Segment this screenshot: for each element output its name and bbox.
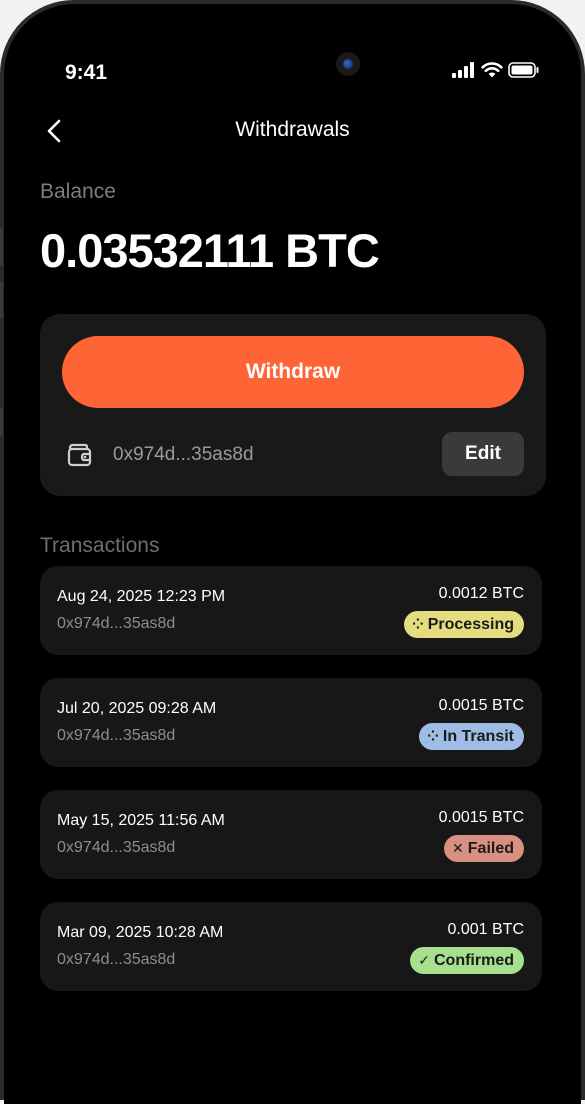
front-camera	[336, 52, 360, 76]
transaction-address: 0x974d...35as8d	[57, 839, 176, 856]
status-time: 9:41	[65, 61, 108, 84]
battery-icon	[508, 62, 539, 78]
status-badge: ⁘ Processing	[404, 611, 524, 638]
transaction-amount: 0.0015 BTC	[438, 697, 524, 714]
wifi-icon	[481, 62, 503, 78]
phone-side-button	[0, 408, 3, 436]
status-badge: ⁘ In Transit	[419, 723, 524, 750]
wallet-address: 0x974d...35as8d	[113, 444, 254, 465]
phone-side-button	[0, 282, 3, 318]
status-icons	[452, 62, 540, 78]
wallet-icon	[67, 443, 92, 467]
status-label: Processing	[427, 615, 514, 633]
status-label: Confirmed	[434, 951, 514, 969]
check-icon: ✓	[418, 952, 430, 968]
transaction-amount: 0.001 BTC	[447, 921, 524, 938]
transaction-row[interactable]: May 15, 2025 11:56 AM 0x974d...35as8d 0.…	[40, 790, 542, 879]
status-bar: 9:41	[4, 4, 581, 134]
phone-screen: 9:41 Withdrawals Balance 0.03532111 BTC …	[4, 4, 581, 1104]
balance-label: Balance	[40, 180, 116, 203]
transaction-date: Mar 09, 2025 10:28 AM	[57, 924, 224, 941]
transaction-amount: 0.0012 BTC	[438, 585, 524, 602]
withdraw-card: Withdraw 0x974d...35as8d Edit	[40, 314, 546, 496]
spinner-icon: ⁘	[412, 616, 424, 632]
transaction-date: May 15, 2025 11:56 AM	[57, 812, 225, 829]
status-badge: ✓ Confirmed	[410, 947, 524, 974]
transaction-date: Aug 24, 2025 12:23 PM	[57, 588, 226, 605]
transaction-amount: 0.0015 BTC	[438, 809, 524, 826]
transaction-row[interactable]: Mar 09, 2025 10:28 AM 0x974d...35as8d 0.…	[40, 902, 542, 991]
cellular-signal-icon	[452, 62, 474, 78]
x-icon: ✕	[452, 840, 464, 856]
status-badge: ✕ Failed	[444, 835, 524, 862]
transaction-row[interactable]: Jul 20, 2025 09:28 AM 0x974d...35as8d 0.…	[40, 678, 542, 767]
phone-side-button	[0, 228, 3, 266]
withdraw-button[interactable]: Withdraw	[62, 336, 524, 408]
transactions-heading: Transactions	[40, 534, 160, 557]
transaction-address: 0x974d...35as8d	[57, 951, 176, 968]
edit-button[interactable]: Edit	[442, 432, 524, 476]
page-title: Withdrawals	[235, 118, 350, 141]
transaction-date: Jul 20, 2025 09:28 AM	[57, 700, 217, 717]
transaction-address: 0x974d...35as8d	[57, 615, 176, 632]
balance-value: 0.03532111 BTC	[40, 224, 380, 277]
transaction-row[interactable]: Aug 24, 2025 12:23 PM 0x974d...35as8d 0.…	[40, 566, 542, 655]
transactions-list: Aug 24, 2025 12:23 PM 0x974d...35as8d 0.…	[40, 566, 542, 1014]
spinner-icon: ⁘	[427, 728, 439, 744]
status-label: In Transit	[442, 727, 514, 745]
transaction-address: 0x974d...35as8d	[57, 727, 176, 744]
status-label: Failed	[467, 839, 514, 857]
